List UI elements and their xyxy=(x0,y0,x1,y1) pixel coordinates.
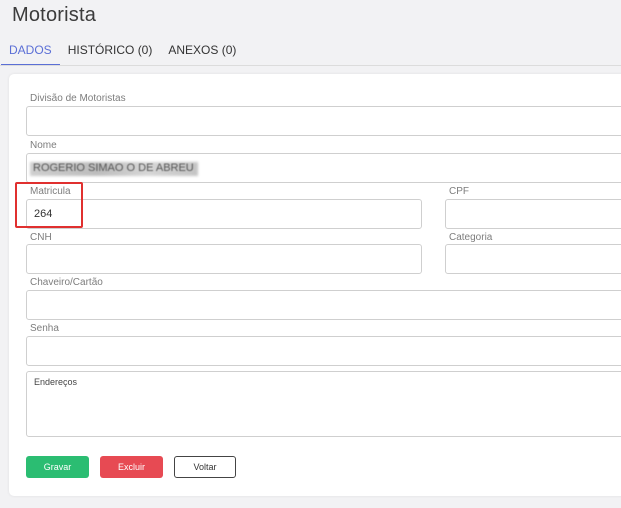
tab-anexos[interactable]: ANEXOS (0) xyxy=(160,38,244,66)
cpf-label: CPF xyxy=(449,186,469,197)
tab-historico[interactable]: HISTÓRICO (0) xyxy=(60,38,161,66)
tab-dados[interactable]: DADOS xyxy=(1,38,60,66)
back-button[interactable]: Voltar xyxy=(174,456,236,478)
tab-bar: DADOS HISTÓRICO (0) ANEXOS (0) xyxy=(0,38,621,66)
nome-label: Nome xyxy=(30,140,57,151)
nome-value: ROGERIO SIMAO O DE ABREU xyxy=(33,162,194,174)
senha-field[interactable] xyxy=(26,336,621,366)
enderecos-textarea[interactable]: Endereços xyxy=(26,371,621,437)
chaveiro-field[interactable] xyxy=(26,290,621,320)
divisao-label: Divisão de Motoristas xyxy=(30,93,126,104)
cpf-field[interactable] xyxy=(445,199,621,229)
delete-button[interactable]: Excluir xyxy=(100,456,163,478)
save-button[interactable]: Gravar xyxy=(26,456,89,478)
tabs-divider xyxy=(0,65,621,66)
senha-label: Senha xyxy=(30,323,59,334)
categoria-field[interactable] xyxy=(445,244,621,274)
enderecos-placeholder: Endereços xyxy=(34,377,78,387)
cnh-label: CNH xyxy=(30,232,52,243)
page-title: Motorista xyxy=(12,4,97,26)
chaveiro-label: Chaveiro/Cartão xyxy=(30,277,103,288)
divisao-field[interactable] xyxy=(26,106,621,136)
cnh-field[interactable] xyxy=(26,244,422,274)
matricula-label: Matricula xyxy=(30,186,71,197)
categoria-label: Categoria xyxy=(449,232,493,243)
nome-field[interactable]: ROGERIO SIMAO O DE ABREU xyxy=(26,153,621,183)
matricula-field[interactable]: 264 xyxy=(26,199,422,229)
